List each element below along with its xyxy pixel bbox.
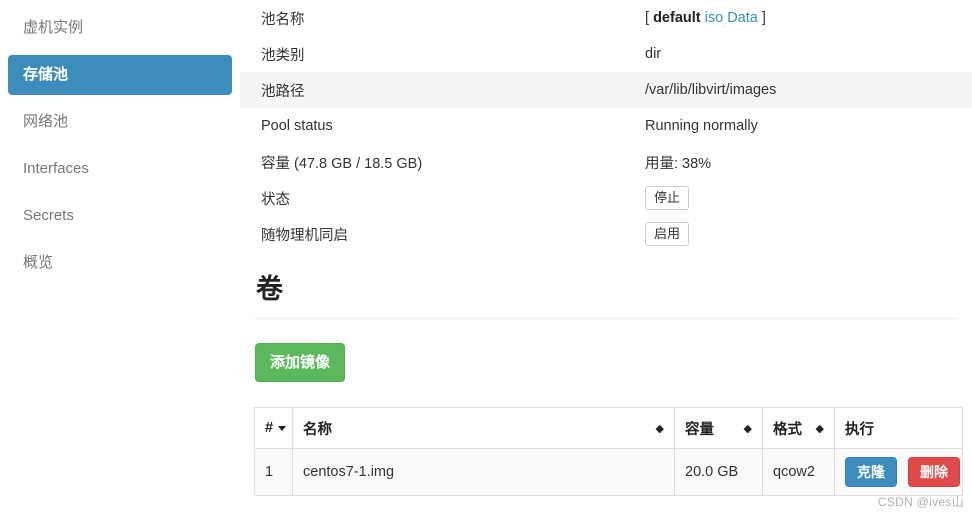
column-header-format[interactable]: 格式 ◆ xyxy=(762,407,835,449)
detail-label-pool-name: 池名称 xyxy=(261,11,305,28)
caret-down-icon xyxy=(278,425,287,431)
detail-value-pool-name: [ default iso Data ] xyxy=(645,10,972,26)
cell-name: centos7-1.img xyxy=(292,448,675,496)
cell-capacity: 20.0 GB xyxy=(674,448,763,496)
bracket-close: ] xyxy=(761,10,766,26)
page-root: 虚机实例 存储池 网络池 Interfaces Secrets 概览 池名称 [… xyxy=(0,0,972,513)
table-header-row: # 名称 ◆ 容量 ◆ 格式 ◆ 执行 xyxy=(254,407,963,449)
sidebar-item-storage-pools[interactable]: 存储池 xyxy=(8,55,232,95)
detail-label-pool-status: Pool status xyxy=(261,118,333,134)
pool-link-iso[interactable]: iso xyxy=(705,10,724,26)
detail-value-pool-type: dir xyxy=(645,46,662,62)
enable-autostart-button[interactable]: 启用 xyxy=(645,222,690,246)
column-header-capacity[interactable]: 容量 ◆ xyxy=(674,407,763,449)
sort-both-icon: ◆ xyxy=(655,422,664,435)
sidebar-item-network-pools[interactable]: 网络池 xyxy=(8,102,232,142)
column-header-name-label: 名称 xyxy=(303,421,332,438)
detail-row-capacity: 容量 (47.8 GB / 18.5 GB) 用量: 38% xyxy=(240,144,972,180)
volumes-table-head: # 名称 ◆ 容量 ◆ 格式 ◆ 执行 xyxy=(254,407,963,449)
detail-row-pool-type: 池类别 dir xyxy=(240,36,972,72)
detail-row-pool-name: 池名称 [ default iso Data ] xyxy=(240,0,972,36)
add-image-button[interactable]: 添加镜像 xyxy=(255,343,346,382)
sort-both-icon: ◆ xyxy=(815,422,824,435)
detail-row-autostart: 随物理机同启 启用 xyxy=(240,216,972,252)
watermark: CSDN @ives山 xyxy=(877,495,964,509)
bracket-open: [ xyxy=(645,10,650,26)
detail-label-autostart: 随物理机同启 xyxy=(261,227,348,244)
column-header-format-label: 格式 xyxy=(773,421,802,438)
sidebar-item-instances[interactable]: 虚机实例 xyxy=(8,8,232,48)
detail-value-state: 停止 xyxy=(645,186,972,210)
column-header-capacity-label: 容量 xyxy=(685,421,714,438)
pool-detail-list: 池名称 [ default iso Data ] 池类别 dir 池路径 /va… xyxy=(240,0,972,252)
stop-pool-button[interactable]: 停止 xyxy=(645,186,690,210)
cell-index: 1 xyxy=(254,448,293,496)
cell-actions: 克隆 删除 xyxy=(834,448,963,496)
column-header-index[interactable]: # xyxy=(254,407,293,449)
column-header-name[interactable]: 名称 ◆ xyxy=(292,407,675,449)
detail-row-state: 状态 停止 xyxy=(240,180,972,216)
pool-link-data[interactable]: Data xyxy=(727,10,758,26)
detail-row-pool-status: Pool status Running normally xyxy=(240,108,972,144)
volumes-heading: 卷 xyxy=(256,274,283,304)
detail-value-pool-status: Running normally xyxy=(645,118,758,134)
table-row: 1 centos7-1.img 20.0 GB qcow2 克隆 删除 xyxy=(254,448,963,496)
volumes-section: 卷 添加镜像 xyxy=(240,272,972,382)
detail-value-pool-path: /var/lib/libvirt/images xyxy=(645,82,777,98)
detail-value-autostart: 启用 xyxy=(645,222,972,246)
clone-volume-button[interactable]: 克隆 xyxy=(845,457,897,487)
detail-label-pool-type: 池类别 xyxy=(261,47,305,64)
pool-name-current: default xyxy=(653,10,701,26)
delete-volume-button[interactable]: 删除 xyxy=(908,457,961,487)
volumes-table-body: 1 centos7-1.img 20.0 GB qcow2 克隆 删除 xyxy=(254,448,963,496)
column-header-actions: 执行 xyxy=(834,407,963,449)
sort-both-icon: ◆ xyxy=(743,422,752,435)
column-header-index-label: # xyxy=(265,420,274,436)
sidebar-item-secrets[interactable]: Secrets xyxy=(8,196,232,236)
sidebar: 虚机实例 存储池 网络池 Interfaces Secrets 概览 xyxy=(0,0,240,513)
detail-row-pool-path: 池路径 /var/lib/libvirt/images xyxy=(240,72,972,108)
detail-label-state: 状态 xyxy=(261,191,290,208)
detail-value-capacity-usage: 用量: 38% xyxy=(645,155,712,172)
sidebar-item-interfaces[interactable]: Interfaces xyxy=(8,149,232,189)
detail-label-pool-path: 池路径 xyxy=(261,83,305,100)
detail-label-capacity: 容量 (47.8 GB / 18.5 GB) xyxy=(261,155,423,172)
cell-format: qcow2 xyxy=(762,448,835,496)
sidebar-item-overview[interactable]: 概览 xyxy=(8,243,232,283)
volumes-divider xyxy=(254,318,958,319)
volumes-table: # 名称 ◆ 容量 ◆ 格式 ◆ 执行 1 centos7-1.img 20.0… xyxy=(254,407,963,496)
